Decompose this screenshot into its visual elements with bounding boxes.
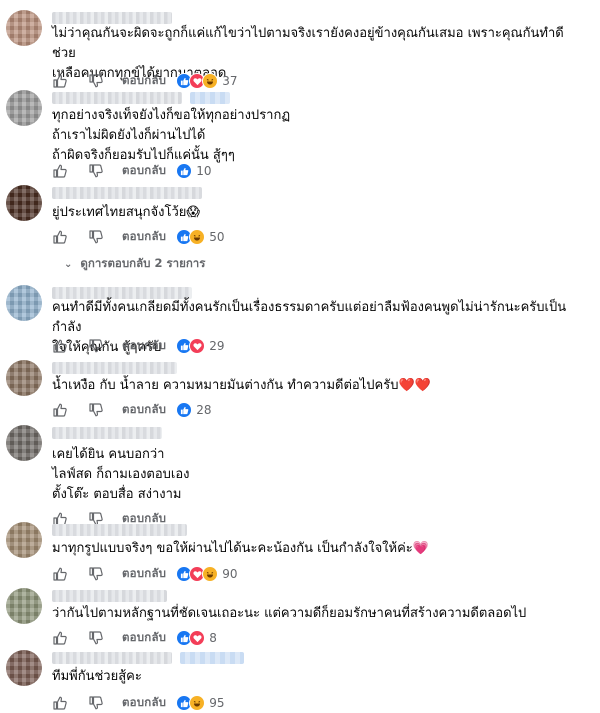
- thumbs-down-icon[interactable]: [88, 402, 104, 418]
- chevron-down-icon: ⌄: [64, 258, 73, 270]
- comment-actions: ตอบกลับ 90: [52, 564, 237, 584]
- thumbs-down-icon[interactable]: [88, 695, 104, 711]
- reaction-summary[interactable]: 90: [176, 566, 237, 582]
- reaction-count: 28: [196, 403, 212, 417]
- thumbs-up-icon[interactable]: [52, 402, 68, 418]
- comment-actions: ตอบกลับ 10: [52, 161, 211, 181]
- reply-button[interactable]: ตอบกลับ: [122, 401, 166, 419]
- reaction-count: 29: [209, 339, 225, 353]
- view-more-replies-label: ดูการตอบกลับ 2 รายการ: [80, 256, 206, 270]
- commenter-badge-blurred: [190, 92, 230, 104]
- comment-actions: ตอบกลับ 37: [52, 71, 237, 91]
- thumbs-up-icon[interactable]: [52, 630, 68, 646]
- reply-button[interactable]: ตอบกลับ: [122, 565, 166, 583]
- reaction-count: 8: [209, 631, 217, 645]
- comment-text: ทีมพี่กันช่วยสู้คะ: [52, 669, 142, 684]
- reaction-summary[interactable]: 29: [176, 338, 224, 354]
- thumbs-up-icon[interactable]: [52, 73, 68, 89]
- commenter-name-blurred[interactable]: [52, 12, 172, 24]
- reaction-count: 95: [209, 696, 225, 710]
- thumbs-up-icon[interactable]: [52, 695, 68, 711]
- view-more-replies-link[interactable]: ⌄ ดูการตอบกลับ 2 รายการ: [64, 255, 205, 273]
- avatar[interactable]: [6, 90, 42, 126]
- reaction-count: 50: [209, 230, 225, 244]
- reaction-count: 10: [196, 164, 212, 178]
- reaction-summary[interactable]: 10: [176, 163, 211, 179]
- love-reaction-icon: [189, 338, 206, 354]
- thumbs-down-icon[interactable]: [88, 338, 104, 354]
- reply-button[interactable]: ตอบกลับ: [122, 629, 166, 647]
- commenter-name-blurred[interactable]: [52, 362, 177, 374]
- thumbs-up-icon[interactable]: [52, 229, 68, 245]
- commenter-name-blurred[interactable]: [52, 652, 172, 664]
- reaction-summary[interactable]: 50: [176, 229, 224, 245]
- haha-reaction-icon: [189, 229, 206, 245]
- avatar[interactable]: [6, 285, 42, 321]
- comment-actions: ตอบกลับ 50: [52, 227, 224, 247]
- reaction-summary[interactable]: 28: [176, 402, 211, 418]
- commenter-name-blurred[interactable]: [52, 590, 167, 602]
- avatar[interactable]: [6, 425, 42, 461]
- commenter-name-blurred[interactable]: [52, 524, 187, 536]
- avatar[interactable]: [6, 650, 42, 686]
- thumbs-up-icon[interactable]: [52, 163, 68, 179]
- comment-text: เคยได้ยิน คนบอกว่า ไลฟ์สด ก็ถามเองตอบเอง…: [52, 447, 190, 502]
- comment-actions: ตอบกลับ 95: [52, 693, 224, 713]
- comment-actions: ตอบกลับ 8: [52, 628, 217, 648]
- love-reaction-icon: [189, 630, 206, 646]
- thumbs-down-icon[interactable]: [88, 229, 104, 245]
- reaction-summary[interactable]: 37: [176, 73, 237, 89]
- thumbs-down-icon[interactable]: [88, 566, 104, 582]
- thumbs-up-icon[interactable]: [52, 566, 68, 582]
- reply-button[interactable]: ตอบกลับ: [122, 72, 166, 90]
- comment-actions: ตอบกลับ 28: [52, 400, 211, 420]
- commenter-name-blurred[interactable]: [52, 187, 202, 199]
- reply-button[interactable]: ตอบกลับ: [122, 694, 166, 712]
- reaction-summary[interactable]: 8: [176, 630, 217, 646]
- avatar[interactable]: [6, 360, 42, 396]
- comment-text: มาทุกรูปแบบจริงๆ ขอให้ผ่านไปได้นะคะน้องก…: [52, 541, 429, 556]
- reaction-summary[interactable]: 95: [176, 695, 224, 711]
- avatar[interactable]: [6, 185, 42, 221]
- like-reaction-icon: [176, 402, 193, 418]
- avatar[interactable]: [6, 522, 42, 558]
- avatar[interactable]: [6, 10, 42, 46]
- comment-text: ทุกอย่างจริงเท็จยังไงก็ขอให้ทุกอย่างปราก…: [52, 108, 291, 163]
- comment-actions: ตอบกลับ 29: [52, 336, 224, 356]
- reaction-count: 90: [222, 567, 238, 581]
- avatar[interactable]: [6, 588, 42, 624]
- commenter-name-blurred[interactable]: [52, 92, 182, 104]
- thumbs-down-icon[interactable]: [88, 163, 104, 179]
- reply-button[interactable]: ตอบกลับ: [122, 337, 166, 355]
- comment-text: น้ำเหงือ กับ น้ำลาย ความหมายมันต่างกัน ท…: [52, 378, 431, 393]
- reply-button[interactable]: ตอบกลับ: [122, 162, 166, 180]
- thumbs-up-icon[interactable]: [52, 338, 68, 354]
- haha-reaction-icon: [202, 566, 219, 582]
- commenter-name-blurred[interactable]: [52, 427, 162, 439]
- comment-text: ยู่ประเทศไทยสนุกจังโว้ย😱: [52, 205, 200, 220]
- haha-reaction-icon: [202, 73, 219, 89]
- like-reaction-icon: [176, 163, 193, 179]
- comment-text: ว่ากันไปตามหลักฐานที่ชัดเจนเถอะนะ แต่ควา…: [52, 606, 527, 621]
- thumbs-down-icon[interactable]: [88, 73, 104, 89]
- commenter-badge-blurred: [180, 652, 244, 664]
- thumbs-down-icon[interactable]: [88, 630, 104, 646]
- reply-button[interactable]: ตอบกลับ: [122, 228, 166, 246]
- haha-reaction-icon: [189, 695, 206, 711]
- reaction-count: 37: [222, 74, 238, 88]
